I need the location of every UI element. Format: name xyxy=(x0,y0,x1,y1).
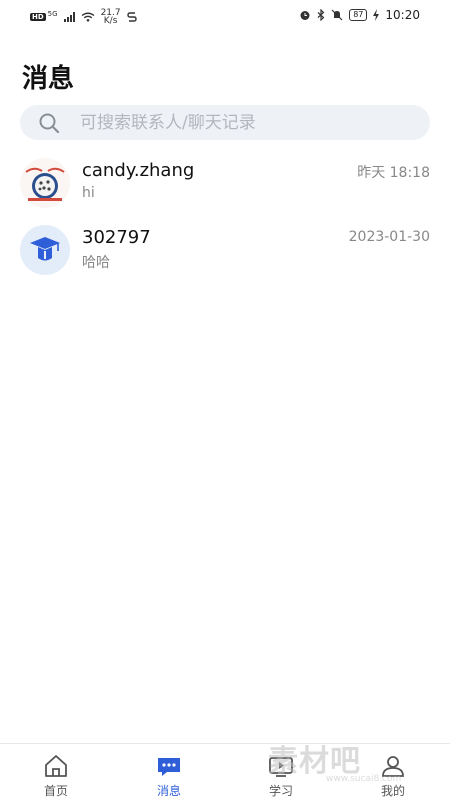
cartoon-avatar-icon xyxy=(20,158,70,208)
alarm-icon xyxy=(300,11,310,20)
bluetooth-icon xyxy=(317,9,325,21)
sync-icon xyxy=(126,12,137,22)
status-bar: HD 5G 21.7 K/s 87 10:20 xyxy=(0,0,450,34)
tab-profile-label: 我的 xyxy=(380,784,405,798)
tab-home[interactable]: 首页 xyxy=(21,752,91,799)
conversation-item[interactable]: candy.zhang hi 昨天 18:18 xyxy=(0,158,450,218)
network-type: 5G xyxy=(47,10,58,18)
last-message: hi xyxy=(82,185,95,201)
bottom-tab-bar: 首页 消息 学习 我的 xyxy=(0,743,450,801)
charging-icon xyxy=(373,9,380,21)
status-left: HD 5G 21.7 K/s xyxy=(30,8,137,26)
wifi-icon xyxy=(81,12,94,22)
mute-icon xyxy=(331,9,343,21)
chat-icon xyxy=(158,758,180,776)
graduation-cap-icon xyxy=(20,225,70,275)
tab-home-label: 首页 xyxy=(43,784,68,798)
home-icon xyxy=(45,755,67,777)
tab-study[interactable]: 学习 xyxy=(246,752,316,799)
contact-name: 302797 xyxy=(82,227,151,248)
study-icon xyxy=(269,757,293,777)
hd-badge: HD xyxy=(30,13,46,21)
tab-messages[interactable]: 消息 xyxy=(134,752,204,799)
search-input[interactable] xyxy=(78,111,402,134)
signal-icon xyxy=(63,12,75,22)
message-time: 2023-01-30 xyxy=(348,229,430,245)
last-message: 哈哈 xyxy=(82,255,110,271)
contact-name: candy.zhang xyxy=(82,160,195,181)
battery-indicator: 87 xyxy=(349,9,368,21)
search-bar[interactable] xyxy=(20,105,430,140)
tab-study-label: 学习 xyxy=(268,784,293,798)
search-icon xyxy=(39,113,60,133)
tab-profile[interactable]: 我的 xyxy=(358,752,428,799)
user-icon xyxy=(382,756,404,777)
clock: 10:20 xyxy=(385,8,420,22)
tab-messages-label: 消息 xyxy=(156,784,181,798)
conversation-item[interactable]: 302797 哈哈 2023-01-30 xyxy=(0,225,450,285)
page-title: 消息 xyxy=(22,64,75,94)
status-right: 87 10:20 xyxy=(299,8,420,22)
message-time: 昨天 18:18 xyxy=(357,165,430,181)
net-speed: 21.7 K/s xyxy=(100,8,121,26)
